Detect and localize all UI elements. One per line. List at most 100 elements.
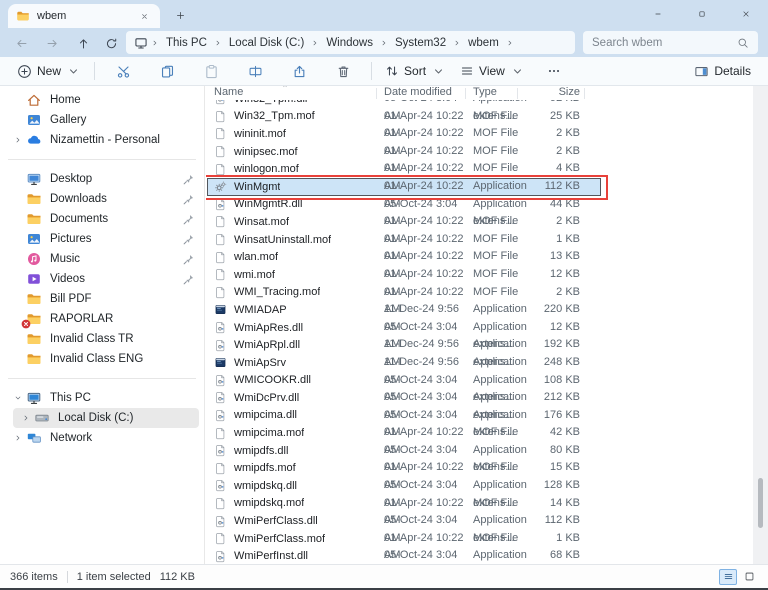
breadcrumb-segment[interactable]: Windows — [320, 37, 379, 49]
details-pane-button[interactable]: Details — [687, 59, 758, 83]
chevron-icon[interactable] — [9, 234, 26, 244]
explorer-tab[interactable]: wbem — [8, 4, 160, 28]
sidebar-item-videos[interactable]: Videos — [5, 269, 199, 289]
column-header-size[interactable]: Size — [524, 86, 580, 98]
file-row-winmgmtr-dll[interactable]: WinMgmtR.dll 05-Oct-24 3:04 AM Applicati… — [206, 196, 753, 214]
scrollbar-thumb[interactable] — [758, 478, 763, 528]
file-row-wmiadap[interactable]: WMIADAP 11-Dec-24 9:56 AM Application 22… — [206, 301, 753, 319]
column-divider[interactable] — [465, 88, 466, 99]
file-row-wininit-mof[interactable]: wininit.mof 01-Apr-24 10:22 AM MOF File … — [206, 125, 753, 143]
file-row-winsat-mof[interactable]: Winsat.mof 01-Apr-24 10:22 AM MOF File 2… — [206, 213, 753, 231]
column-divider[interactable] — [376, 88, 377, 99]
breadcrumb-segment[interactable]: System32 — [389, 37, 452, 49]
file-row-wmidcprv-dll[interactable]: WmiDcPrv.dll 05-Oct-24 3:04 AM Applicati… — [206, 389, 753, 407]
paste-button[interactable] — [189, 59, 233, 83]
chevron-icon[interactable] — [9, 194, 26, 204]
sidebar-item-music[interactable]: Music — [5, 249, 199, 269]
minimize-button[interactable] — [636, 0, 680, 28]
sidebar-item-network[interactable]: Network — [5, 428, 199, 448]
chevron-icon[interactable] — [9, 274, 26, 284]
forward-button[interactable] — [41, 32, 63, 54]
sidebar-item-invalid-class-tr[interactable]: Invalid Class TR — [5, 329, 199, 349]
back-button[interactable] — [10, 32, 32, 54]
file-row-wlan-mof[interactable]: wlan.mof 01-Apr-24 10:22 AM MOF File 13 … — [206, 248, 753, 266]
sidebar-item-raporlar[interactable]: RAPORLAR — [5, 309, 199, 329]
file-row-wmiapsrv[interactable]: WmiApSrv 11-Dec-24 9:56 AM Application 2… — [206, 354, 753, 372]
breadcrumb[interactable]: This PC Local Disk (C:) Windows System32 wbe… — [126, 31, 575, 54]
cut-button[interactable] — [101, 59, 145, 83]
chevron-icon[interactable] — [17, 413, 34, 423]
chevron-icon[interactable] — [9, 433, 26, 443]
breadcrumb-chevron-icon[interactable] — [452, 38, 462, 48]
chevron-icon[interactable] — [9, 334, 26, 344]
copy-button[interactable] — [145, 59, 189, 83]
search-input[interactable]: Search wbem — [583, 31, 758, 54]
file-row-winipsec-mof[interactable]: winipsec.mof 01-Apr-24 10:22 AM MOF File… — [206, 143, 753, 161]
sidebar-item-documents[interactable]: Documents — [5, 209, 199, 229]
chevron-icon[interactable] — [9, 254, 26, 264]
sidebar-item-pictures[interactable]: Pictures — [5, 229, 199, 249]
file-row-wmipdfs-dll[interactable]: wmipdfs.dll 05-Oct-24 3:04 AM Applicatio… — [206, 442, 753, 460]
share-button[interactable] — [277, 59, 321, 83]
column-header-date[interactable]: Date modified — [384, 86, 468, 98]
file-row-wmiperfinst-dll[interactable]: WmiPerfInst.dll 05-Oct-24 3:04 AM Applic… — [206, 547, 753, 564]
up-button[interactable] — [72, 32, 94, 54]
file-row-wmipdskq-dll[interactable]: wmipdskq.dll 05-Oct-24 3:04 AM Applicati… — [206, 477, 753, 495]
breadcrumb-chevron-icon[interactable] — [213, 38, 223, 48]
chevron-icon[interactable] — [9, 294, 26, 304]
file-row-wmiperfclass-dll[interactable]: WmiPerfClass.dll 05-Oct-24 3:04 AM Appli… — [206, 512, 753, 530]
close-button[interactable] — [724, 0, 768, 28]
chevron-icon[interactable] — [9, 393, 26, 403]
file-row-wmiperfclass-mof[interactable]: WmiPerfClass.mof 01-Apr-24 10:22 AM MOF … — [206, 530, 753, 548]
sort-button[interactable]: Sort — [378, 59, 453, 83]
sidebar-item-nizamettin-personal[interactable]: Nizamettin - Personal — [5, 130, 199, 150]
sidebar-item-gallery[interactable]: Gallery — [5, 110, 199, 130]
breadcrumb-segment[interactable]: Local Disk (C:) — [223, 37, 310, 49]
maximize-button[interactable] — [680, 0, 724, 28]
sidebar-item-downloads[interactable]: Downloads — [5, 189, 199, 209]
view-button[interactable]: View — [453, 59, 532, 83]
breadcrumb-chevron-icon[interactable] — [505, 38, 515, 48]
chevron-icon[interactable] — [9, 95, 26, 105]
file-row-wmipdskq-mof[interactable]: wmipdskq.mof 01-Apr-24 10:22 AM MOF File… — [206, 495, 753, 513]
column-divider[interactable] — [517, 88, 518, 99]
scrollbar[interactable] — [753, 86, 768, 564]
file-row-wmi-mof[interactable]: wmi.mof 01-Apr-24 10:22 AM MOF File 12 K… — [206, 266, 753, 284]
breadcrumb-chevron-icon[interactable] — [150, 38, 160, 48]
file-row-winmgmt[interactable]: WinMgmt 01-Apr-24 10:22 AM Application 1… — [206, 178, 753, 196]
file-row-win32-tpm-mof[interactable]: Win32_Tpm.mof 01-Apr-24 10:22 AM MOF Fil… — [206, 108, 753, 126]
file-row-winlogon-mof[interactable]: winlogon.mof 01-Apr-24 10:22 AM MOF File… — [206, 160, 753, 178]
chevron-icon[interactable] — [9, 135, 26, 145]
file-row-wmiapres-dll[interactable]: WmiApRes.dll 05-Oct-24 3:04 AM Applicati… — [206, 319, 753, 337]
sidebar-item-desktop[interactable]: Desktop — [5, 169, 199, 189]
file-row-wmipdfs-mof[interactable]: wmipdfs.mof 01-Apr-24 10:22 AM MOF File … — [206, 459, 753, 477]
details-view-toggle[interactable] — [719, 569, 737, 585]
chevron-icon[interactable] — [9, 115, 26, 125]
tab-close-icon[interactable] — [136, 8, 152, 24]
file-row-wmi-tracing-mof[interactable]: WMI_Tracing.mof 01-Apr-24 10:22 AM MOF F… — [206, 284, 753, 302]
file-row-wmiaprpl-dll[interactable]: WmiApRpl.dll 11-Dec-24 9:56 AM Applicati… — [206, 336, 753, 354]
new-tab-button[interactable] — [172, 7, 188, 23]
column-header-name[interactable]: Name — [214, 86, 374, 98]
file-row-wmipcima-dll[interactable]: wmipcima.dll 05-Oct-24 3:04 AM Applicati… — [206, 407, 753, 425]
breadcrumb-segment[interactable]: wbem — [462, 37, 505, 49]
column-divider[interactable] — [584, 88, 585, 99]
chevron-icon[interactable] — [9, 214, 26, 224]
new-button[interactable]: New — [10, 59, 88, 83]
sidebar-item-invalid-class-eng[interactable]: Invalid Class ENG — [5, 349, 199, 369]
file-row-winsatuninstall-mof[interactable]: WinsatUninstall.mof 01-Apr-24 10:22 AM M… — [206, 231, 753, 249]
breadcrumb-segment[interactable]: This PC — [160, 37, 213, 49]
file-row-wmipcima-mof[interactable]: wmipcima.mof 01-Apr-24 10:22 AM MOF File… — [206, 424, 753, 442]
refresh-button[interactable] — [100, 32, 122, 54]
breadcrumb-chevron-icon[interactable] — [310, 38, 320, 48]
breadcrumb-chevron-icon[interactable] — [379, 38, 389, 48]
icons-view-toggle[interactable] — [740, 569, 758, 585]
rename-button[interactable] — [233, 59, 277, 83]
chevron-icon[interactable] — [9, 174, 26, 184]
sidebar-item-this-pc[interactable]: This PC — [5, 388, 199, 408]
file-row-wmicookr-dll[interactable]: WMICOOKR.dll 05-Oct-24 3:04 AM Applicati… — [206, 372, 753, 390]
sidebar-item-bill-pdf[interactable]: Bill PDF — [5, 289, 199, 309]
more-options-button[interactable] — [532, 59, 576, 83]
chevron-icon[interactable] — [9, 354, 26, 364]
sidebar-item-local-disk-c-[interactable]: Local Disk (C:) — [13, 408, 199, 428]
